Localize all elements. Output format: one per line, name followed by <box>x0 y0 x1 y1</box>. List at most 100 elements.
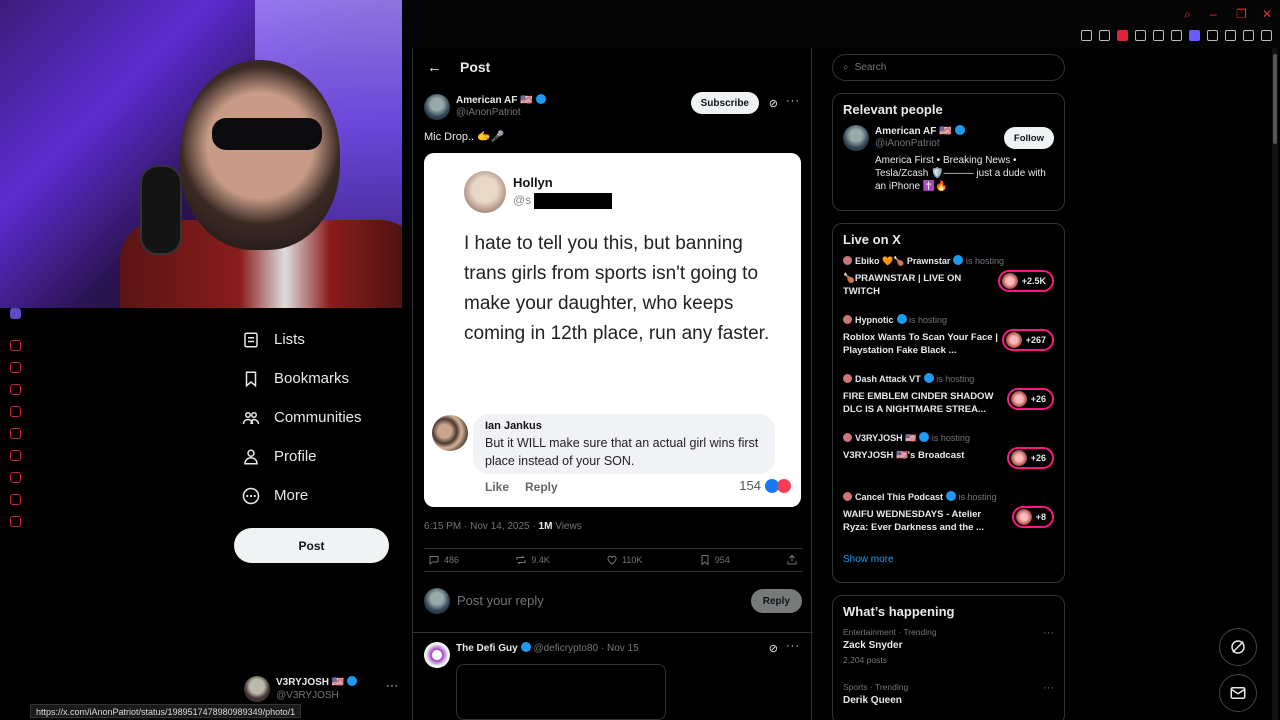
puzzle-icon[interactable] <box>1207 30 1218 41</box>
messages-fab[interactable] <box>1219 674 1257 712</box>
author-name[interactable]: American AF 🇺🇸 <box>456 94 546 106</box>
reaction-count: 154 <box>739 478 791 493</box>
close-icon[interactable]: ✕ <box>1262 8 1274 20</box>
listener-count[interactable]: +8 <box>1011 506 1054 528</box>
download-icon[interactable] <box>1225 30 1236 41</box>
twitch-icon[interactable] <box>10 308 21 319</box>
trend-category: Sports · Trending <box>843 682 909 692</box>
reply-icon <box>429 556 439 566</box>
restore-icon[interactable]: ❐ <box>1236 8 1248 20</box>
more-dots-icon[interactable]: ··· <box>786 95 800 107</box>
listener-count[interactable]: +2.5K <box>997 270 1054 292</box>
spotify-icon[interactable] <box>10 340 21 351</box>
profile-icon[interactable] <box>1243 30 1254 41</box>
live-host: V3RYJOSH 🇺🇸 is hosting <box>843 432 970 444</box>
share-action[interactable] <box>786 554 798 566</box>
comment-actions: Like Reply <box>485 480 558 494</box>
reply-media[interactable] <box>456 664 666 720</box>
live-host: Ebiko 🧡🍗 Prawnstar is hosting <box>843 255 1004 267</box>
nav-profile[interactable]: Profile <box>230 437 400 476</box>
play-icon[interactable] <box>1171 30 1182 41</box>
live-item[interactable]: Dash Attack VT is hosting FIRE EMBLEM CI… <box>833 373 1064 432</box>
screenshot-icon[interactable] <box>1099 30 1110 41</box>
minimize-icon[interactable]: – <box>1210 8 1222 20</box>
communities-icon <box>242 411 260 424</box>
listener-count[interactable]: +26 <box>1006 447 1054 469</box>
post-button[interactable]: Post <box>234 528 389 563</box>
more-dots-icon[interactable]: ··· <box>786 640 800 652</box>
avatar <box>464 171 506 213</box>
download-icon[interactable] <box>10 472 21 483</box>
redaction-bar <box>534 193 612 209</box>
live-item[interactable]: Cancel This Podcast is hosting WAIFU WED… <box>833 491 1064 550</box>
extensions-icon[interactable] <box>10 494 21 505</box>
avatar <box>1010 391 1027 407</box>
history-icon[interactable] <box>10 450 21 461</box>
divider <box>413 632 813 633</box>
pin-icon[interactable] <box>1081 30 1092 41</box>
nav-bookmarks[interactable]: Bookmarks <box>230 359 400 398</box>
trend-item[interactable]: Sports · Trending Derik Queen ··· <box>833 682 1064 720</box>
relevant-person[interactable]: American AF 🇺🇸 @iAnonPatriot America Fir… <box>833 125 1064 203</box>
feed-icon[interactable] <box>10 406 21 417</box>
card-title: Live on X <box>843 232 901 247</box>
z-extension-icon[interactable] <box>1153 30 1164 41</box>
listener-count[interactable]: +267 <box>1001 329 1054 351</box>
more-dots-icon[interactable]: ··· <box>386 678 398 692</box>
microphone <box>140 165 182 255</box>
reply-input[interactable]: Post your reply <box>457 593 544 608</box>
grok-fab[interactable] <box>1219 628 1257 666</box>
more-dots-icon[interactable]: ··· <box>1043 627 1054 639</box>
trend-topic: Zack Snyder <box>843 640 903 651</box>
live-title: V3RYJOSH 🇺🇸's Broadcast <box>843 450 965 461</box>
trend-item[interactable]: Entertainment · Trending Zack Snyder 2,2… <box>833 627 1064 682</box>
reply-action[interactable]: 486 <box>428 554 459 566</box>
heart-icon[interactable] <box>1135 30 1146 41</box>
subscribe-button[interactable]: Subscribe <box>690 92 759 114</box>
account-switcher[interactable]: V3RYJOSH 🇺🇸 @V3RYJOSH ··· <box>244 674 404 704</box>
reply-button[interactable]: Reply <box>750 589 802 613</box>
comment-like: Like <box>485 480 510 494</box>
avatar[interactable] <box>424 642 450 668</box>
like-action[interactable]: 110K <box>606 554 642 566</box>
grok-icon[interactable]: ⊘ <box>769 97 778 110</box>
sunglasses <box>212 118 322 150</box>
search-input[interactable]: ⌕ Search <box>832 54 1065 81</box>
bookmark-action[interactable]: 954 <box>699 554 730 566</box>
post-image[interactable]: Hollyn @s I hate to tell you this, but b… <box>424 153 801 507</box>
more-dots-icon[interactable]: ··· <box>1043 682 1054 694</box>
menu-icon[interactable] <box>1261 30 1272 41</box>
streamer-face <box>180 60 340 250</box>
grok-icon[interactable]: ⊘ <box>769 642 778 655</box>
search-icon[interactable]: ⌕ <box>1184 8 1196 20</box>
bookmark-icon[interactable] <box>10 428 21 439</box>
nav-more[interactable]: More <box>230 476 400 515</box>
nav-lists[interactable]: Lists <box>230 320 400 359</box>
avatar[interactable] <box>843 125 869 151</box>
back-arrow-icon[interactable]: ← <box>427 59 442 76</box>
verified-icon <box>347 676 358 686</box>
repost-action[interactable]: 9.4K <box>515 554 550 566</box>
person-handle: @iAnonPatriot <box>875 138 940 149</box>
grid-icon[interactable] <box>10 362 21 373</box>
record-icon[interactable] <box>1117 30 1128 41</box>
author-handle[interactable]: @iAnonPatriot <box>456 107 521 118</box>
live-item[interactable]: Ebiko 🧡🍗 Prawnstar is hosting 🍗PRAWNSTAR… <box>833 255 1064 314</box>
heart-icon[interactable] <box>10 384 21 395</box>
live-item[interactable]: Hypnotic is hosting Roblox Wants To Scan… <box>833 314 1064 373</box>
listener-count[interactable]: +26 <box>1006 388 1054 410</box>
follow-button[interactable]: Follow <box>1003 127 1054 149</box>
avatar <box>843 492 852 501</box>
scrollbar-thumb[interactable] <box>1273 54 1277 144</box>
live-item[interactable]: V3RYJOSH 🇺🇸 is hosting V3RYJOSH 🇺🇸's Bro… <box>833 432 1064 491</box>
trend-posts: 2,204 posts <box>843 655 887 665</box>
avatar <box>432 415 468 451</box>
show-more-link[interactable]: Show more <box>833 550 1064 575</box>
twitch-icon[interactable] <box>1189 30 1200 41</box>
trend-topic: Derik Queen <box>843 695 902 706</box>
nav-communities[interactable]: Communities <box>230 398 400 437</box>
scrollbar[interactable] <box>1272 48 1278 720</box>
avatar[interactable] <box>424 94 450 120</box>
main-column: ← Post American AF 🇺🇸 @iAnonPatriot Subs… <box>412 48 813 720</box>
settings-icon[interactable] <box>10 516 21 527</box>
